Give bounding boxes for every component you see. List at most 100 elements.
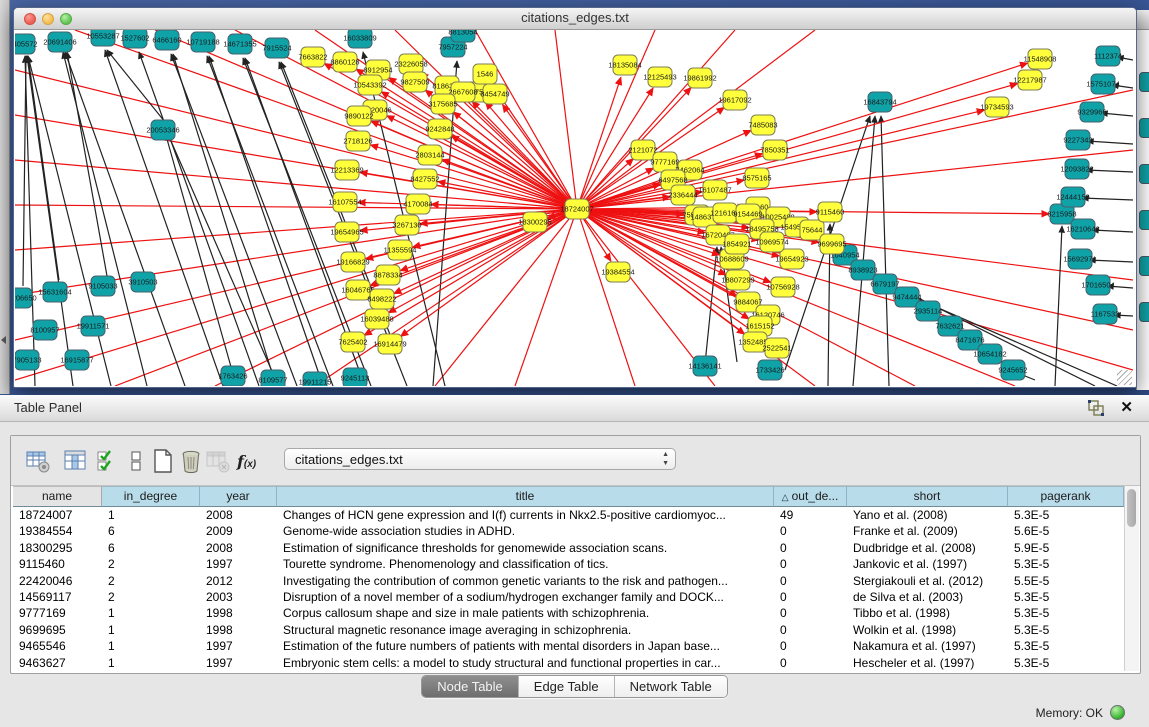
window-titlebar[interactable]: citations_edges.txt bbox=[14, 8, 1136, 30]
row-height-icon[interactable] bbox=[123, 448, 149, 474]
graph-edge[interactable] bbox=[107, 50, 165, 122]
tab-node-table[interactable]: Node Table bbox=[422, 676, 519, 697]
graph-edge[interactable] bbox=[515, 209, 577, 386]
table-row[interactable]: 1872400712008Changes of HCN gene express… bbox=[13, 507, 1124, 523]
table-cell: Estimation of significance thresholds fo… bbox=[277, 540, 774, 556]
graph-edge[interactable] bbox=[139, 52, 259, 386]
table-row[interactable]: 911546021997Tourette syndrome. Phenomeno… bbox=[13, 556, 1124, 572]
show-columns-icon[interactable] bbox=[62, 448, 88, 474]
graph-node-label: 2718126 bbox=[343, 137, 372, 146]
background-window-sliver[interactable] bbox=[1136, 10, 1149, 390]
column-header-short[interactable]: short bbox=[847, 486, 1008, 507]
table-row[interactable]: 946362711997Embryonic stem cells: a mode… bbox=[13, 655, 1124, 671]
table-cell: Genome-wide association studies in ADHD. bbox=[277, 523, 774, 539]
graph-node-label: 10553287 bbox=[86, 32, 119, 41]
vertical-scrollbar[interactable] bbox=[1124, 486, 1139, 671]
graph-edge[interactable] bbox=[28, 56, 59, 280]
graph-node-label: 12444159 bbox=[1056, 193, 1089, 202]
graph-node-label: 19861992 bbox=[683, 74, 716, 83]
table-settings-icon[interactable] bbox=[25, 448, 51, 474]
table-row[interactable]: 977716911998Corpus callosum shape and si… bbox=[13, 605, 1124, 621]
table-cell: 1997 bbox=[200, 556, 277, 572]
graph-edge[interactable] bbox=[577, 209, 1133, 370]
panel-collapse-arrow-icon[interactable] bbox=[1, 336, 6, 344]
graph-node-label: 10688609 bbox=[715, 255, 748, 264]
close-panel-icon[interactable]: ✕ bbox=[1120, 398, 1133, 416]
collapsed-control-panel-strip[interactable] bbox=[0, 0, 10, 394]
graph-edge[interactable] bbox=[577, 90, 1133, 209]
column-header-pagerank[interactable]: pagerank bbox=[1008, 486, 1124, 507]
column-header-name[interactable]: name bbox=[13, 486, 102, 507]
function-builder-icon[interactable]: f(x) bbox=[237, 452, 263, 478]
column-header-in_degree[interactable]: in_degree bbox=[102, 486, 200, 507]
graph-edge[interactable] bbox=[65, 52, 185, 386]
table-cell: Tourette syndrome. Phenomenology and cla… bbox=[277, 556, 774, 572]
column-header-out_de[interactable]: △out_de... bbox=[774, 486, 847, 507]
table-cell: 5.3E-5 bbox=[1008, 638, 1124, 654]
graph-edge[interactable] bbox=[401, 209, 577, 336]
graph-node-label: 6679197 bbox=[870, 280, 899, 289]
create-table-icon[interactable] bbox=[150, 448, 176, 474]
minimize-window-button[interactable] bbox=[42, 13, 54, 25]
graph-node-label: 16033809 bbox=[343, 34, 376, 43]
float-panel-icon[interactable] bbox=[1087, 399, 1105, 417]
select-rows-icon[interactable] bbox=[95, 448, 121, 474]
graph-node-label: 2522541 bbox=[762, 344, 791, 353]
graph-node bbox=[1139, 302, 1149, 322]
graph-node-label: 2405572 bbox=[15, 40, 38, 49]
column-header-year[interactable]: year bbox=[200, 486, 277, 507]
table-selector[interactable]: citations_edges.txt ▲ ▼ bbox=[284, 448, 676, 470]
graph-node-label: 8109577 bbox=[258, 376, 287, 385]
tab-network-table[interactable]: Network Table bbox=[615, 676, 727, 697]
table-row[interactable]: 946554611997Estimation of the future num… bbox=[13, 638, 1124, 654]
graph-node-label: 11355594 bbox=[384, 246, 417, 255]
resize-grip[interactable] bbox=[1117, 370, 1132, 385]
graph-node-label: 15751074 bbox=[1086, 80, 1119, 89]
graph-edge[interactable] bbox=[165, 132, 233, 374]
graph-edge[interactable] bbox=[67, 52, 107, 276]
citation-network-graph[interactable]: 1872400724055722069140610553287152760264… bbox=[15, 30, 1133, 386]
table-row[interactable]: 2242004622012Investigating the contribut… bbox=[13, 573, 1124, 589]
graph-node-label: 9242848 bbox=[425, 125, 454, 134]
graph-node-label: 23226058 bbox=[394, 60, 427, 69]
table-cell: Corpus callosum shape and size in male p… bbox=[277, 605, 774, 621]
column-header-title[interactable]: title bbox=[277, 486, 774, 507]
zoom-window-button[interactable] bbox=[60, 13, 72, 25]
graph-edge[interactable] bbox=[577, 30, 815, 209]
selector-stepper-icon[interactable]: ▲ ▼ bbox=[662, 450, 669, 468]
table-row[interactable]: 1938455462009Genome-wide association stu… bbox=[13, 523, 1124, 539]
graph-node-label: 8471676 bbox=[955, 336, 984, 345]
table-cell: 2008 bbox=[200, 540, 277, 556]
tab-edge-table[interactable]: Edge Table bbox=[519, 676, 615, 697]
scrollbar-thumb[interactable] bbox=[1127, 489, 1136, 527]
delete-rows-trash-icon[interactable] bbox=[178, 448, 204, 474]
graph-edge[interactable] bbox=[881, 116, 889, 386]
graph-edge[interactable] bbox=[23, 56, 26, 286]
graph-node-label: 8878334 bbox=[373, 271, 402, 280]
table-cell: 5.3E-5 bbox=[1008, 589, 1124, 605]
graph-node-label: 19911571 bbox=[77, 322, 110, 331]
import-table-icon-disabled bbox=[205, 448, 231, 474]
table-row[interactable]: 1456911722003Disruption of a novel membe… bbox=[13, 589, 1124, 605]
graph-node-label: 8498222 bbox=[367, 295, 396, 304]
network-canvas[interactable]: 1872400724055722069140610553287152760264… bbox=[15, 30, 1133, 386]
graph-node-label: 4170084 bbox=[403, 200, 432, 209]
table-row[interactable]: 1830029562008Estimation of significance … bbox=[13, 540, 1124, 556]
table-row[interactable]: 969969511998Structural magnetic resonanc… bbox=[13, 622, 1124, 638]
graph-node-label: 8454749 bbox=[480, 90, 509, 99]
table-cell: 5.6E-5 bbox=[1008, 523, 1124, 539]
graph-node-label: 19654923 bbox=[775, 255, 808, 264]
graph-edge[interactable] bbox=[577, 63, 1028, 209]
table-cell: Wolkin et al. (1998) bbox=[847, 622, 1008, 638]
graph-node-label: 10969574 bbox=[755, 238, 788, 247]
network-desktop: citations_edges.txt 1872400724 bbox=[0, 0, 1149, 395]
graph-node-label: 20691406 bbox=[43, 38, 76, 47]
graph-node-label: 3175685 bbox=[428, 100, 457, 109]
graph-edge[interactable] bbox=[167, 132, 275, 378]
graph-edge[interactable] bbox=[453, 112, 577, 209]
close-window-button[interactable] bbox=[24, 13, 36, 25]
table-cell: 1998 bbox=[200, 605, 277, 621]
graph-node-label: 15631604 bbox=[38, 288, 71, 297]
graph-edge[interactable] bbox=[1087, 141, 1133, 144]
graph-node-label: 8575165 bbox=[742, 174, 771, 183]
